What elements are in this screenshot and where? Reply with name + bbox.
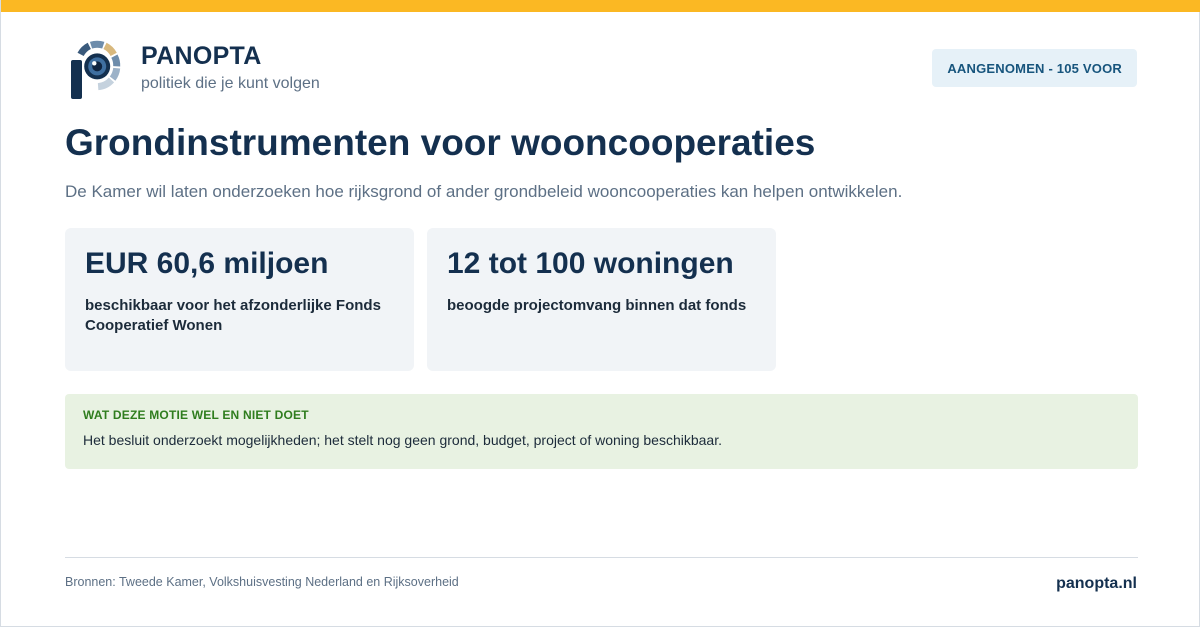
brand-tagline: politiek die je kunt volgen	[141, 75, 320, 92]
stat-value: EUR 60,6 miljoen	[85, 247, 329, 280]
page-subtitle: De Kamer wil laten onderzoeken hoe rijks…	[65, 182, 903, 201]
stat-card-project-size: 12 tot 100 woningen beoogde projectomvan…	[427, 228, 776, 371]
stat-description: beschikbaar voor het afzonderlijke Fonds…	[85, 297, 381, 334]
footer-divider	[65, 557, 1138, 558]
stat-value: 12 tot 100 woningen	[447, 247, 734, 280]
stat-description: beoogde projectomvang binnen dat fonds	[447, 297, 747, 314]
stat-card-budget: EUR 60,6 miljoen beschikbaar voor het af…	[65, 228, 414, 371]
page-title: Grondinstrumenten voor wooncooperaties	[65, 122, 816, 163]
status-badge: AANGENOMEN - 105 VOOR	[932, 49, 1137, 87]
sources-text: Bronnen: Tweede Kamer, Volkshuisvesting …	[65, 575, 459, 589]
note-heading: WAT DEZE MOTIE WEL EN NIET DOET	[83, 408, 309, 422]
brand-name: PANOPTA	[141, 42, 262, 70]
accent-top-bar	[1, 0, 1200, 12]
panopta-eye-logo-icon[interactable]	[69, 40, 123, 100]
note-text: Het besluit onderzoekt mogelijkheden; he…	[83, 432, 722, 448]
footer-site-link[interactable]: panopta.nl	[1056, 575, 1137, 593]
motion-scope-note: WAT DEZE MOTIE WEL EN NIET DOET Het besl…	[65, 394, 1138, 469]
share-card: PANOPTA politiek die je kunt volgen AANG…	[0, 0, 1200, 627]
